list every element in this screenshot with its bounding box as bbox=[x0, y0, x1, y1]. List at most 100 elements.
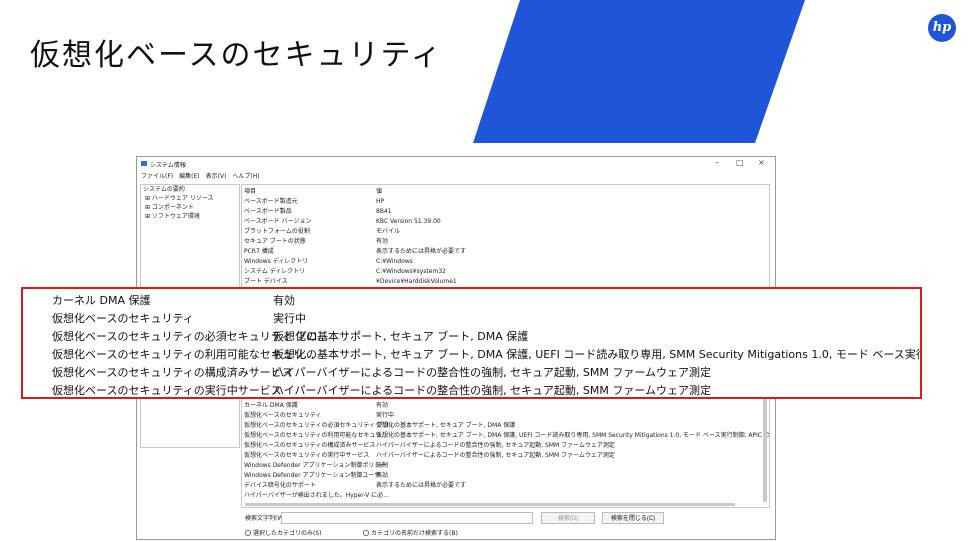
title-bar: システム情報 – □ × bbox=[137, 157, 775, 171]
zoom-key: 仮想化ベースのセキュリティの実行中サービス bbox=[52, 384, 282, 397]
zoom-key: 仮想化ベースのセキュリティの構成済みサービス bbox=[52, 366, 293, 379]
item-value: 実行中 bbox=[376, 412, 395, 419]
item-key: Windows Defender アプリケーション制御ユーザ... bbox=[244, 472, 386, 479]
blue-parallelogram bbox=[473, 0, 805, 143]
zoom-value: ハイパーバイザーによるコードの整合性の強制, セキュア起動, SMM ファームウ… bbox=[273, 384, 712, 397]
item-value: 無効 bbox=[376, 472, 389, 479]
tree-item-software-environment[interactable]: ⊞ ソフトウェア環境 bbox=[141, 212, 239, 221]
list-item[interactable]: Windows Defender アプリケーション制御ユーザ... 無効 bbox=[242, 471, 769, 481]
item-value: C:¥Windows bbox=[376, 258, 413, 265]
menu-bar: ファイル(F) 編集(E) 表示(V) ヘルプ(H) bbox=[137, 171, 260, 181]
list-item[interactable]: 仮想化ベースのセキュリティの利用可能なセキュリ... 仮想化の基本サポート, セキ… bbox=[242, 431, 769, 441]
item-value: 強制 bbox=[376, 462, 389, 469]
list-item[interactable]: PCR7 構成 表示するためには昇格が必要です bbox=[242, 247, 769, 257]
item-key: 仮想化ベースのセキュリティの必須セキュリティ プロ... bbox=[244, 422, 395, 429]
tree-item-components[interactable]: ⊞ コンポーネント bbox=[141, 203, 239, 212]
item-value: 仮想化の基本サポート, セキュア ブート, DMA 保護 bbox=[376, 422, 516, 429]
checkbox-label: 選択したカテゴリのみ(S) bbox=[253, 530, 322, 537]
zoom-value: ハイパーバイザーによるコードの整合性の強制, セキュア起動, SMM ファームウ… bbox=[273, 366, 712, 379]
item-value: HP bbox=[376, 198, 385, 205]
item-key: 仮想化ベースのセキュリティ bbox=[244, 412, 322, 419]
list-item[interactable]: Windows Defender アプリケーション制御ポリシー 強制 bbox=[242, 461, 769, 471]
hp-logo: hp bbox=[928, 14, 956, 42]
item-key: システム ディレクトリ bbox=[244, 268, 306, 275]
zoom-value: 実行中 bbox=[273, 312, 306, 325]
zoom-value: 仮想化の基本サポート, セキュア ブート, DMA 保護, UEFI コード読み… bbox=[273, 348, 920, 361]
menu-help[interactable]: ヘルプ(H) bbox=[232, 171, 259, 181]
zoom-value: 仮想化の基本サポート, セキュア ブート, DMA 保護 bbox=[273, 330, 529, 343]
item-value: モバイル bbox=[376, 228, 401, 235]
list-item[interactable]: ブート デバイス ¥Device¥HarddiskVolume1 bbox=[242, 277, 769, 287]
list-item[interactable]: ベースボード バージョン KBC Version 51.39.00 bbox=[242, 217, 769, 227]
zoom-key: 仮想化ベースのセキュリティ bbox=[52, 312, 194, 325]
search-input[interactable] bbox=[281, 512, 533, 524]
zoom-row: 仮想化ベースのセキュリティの必須セキュリティ プロ... 仮想化の基本サポート, … bbox=[23, 328, 920, 346]
item-key: PCR7 構成 bbox=[244, 248, 274, 255]
column-headers: 項目 値 bbox=[242, 187, 769, 197]
list-item[interactable]: カーネル DMA 保護 有効 bbox=[242, 401, 769, 411]
category-names-only-checkbox[interactable]: カテゴリの名前だけ検索する(B) bbox=[363, 528, 458, 537]
checkbox[interactable] bbox=[245, 529, 251, 536]
item-key: ベースボード製造元 bbox=[244, 198, 298, 205]
item-key: ベースボード製品 bbox=[244, 208, 292, 215]
item-key: 仮想化ベースのセキュリティの利用可能なセキュリ... bbox=[244, 432, 388, 439]
item-value: 有効 bbox=[376, 238, 389, 245]
maximize-icon[interactable]: □ bbox=[736, 158, 744, 167]
zoom-row: 仮想化ベースのセキュリティの実行中サービス ハイパーバイザーによるコードの整合性の… bbox=[23, 382, 920, 397]
decorative-slash bbox=[473, 0, 805, 143]
zoom-row: カーネル DMA 保護 有効 bbox=[23, 292, 920, 310]
zoom-callout: カーネル DMA 保護 有効 仮想化ベースのセキュリティ 実行中 仮想化ベースのセキ… bbox=[21, 287, 922, 399]
menu-file[interactable]: ファイル(F) bbox=[141, 171, 173, 181]
list-item[interactable]: 仮想化ベースのセキュリティの実行中サービス ハイパーバイザーによるコードの整合性の… bbox=[242, 451, 769, 461]
menu-edit[interactable]: 編集(E) bbox=[179, 171, 199, 181]
item-value: ハイパーバイザーによるコードの整合性の強制, セキュア起動, SMM ファームウ… bbox=[376, 452, 615, 459]
item-key: セキュア ブートの状態 bbox=[244, 238, 306, 245]
zoom-key: カーネル DMA 保護 bbox=[52, 294, 151, 307]
column-header-value[interactable]: 値 bbox=[376, 187, 382, 197]
column-header-item[interactable]: 項目 bbox=[244, 187, 256, 197]
tree-item-system-summary[interactable]: システムの要約 bbox=[141, 185, 239, 194]
item-key: Windows ディレクトリ bbox=[244, 258, 309, 265]
list-item[interactable]: 仮想化ベースのセキュリティの構成済みサービス ハイパーバイザーによるコードの整合性… bbox=[242, 441, 769, 451]
item-value: 表示するためには昇格が必要です bbox=[376, 248, 467, 255]
item-value: ハイパーバイザーによるコードの整合性の強制, セキュア起動, SMM ファームウ… bbox=[376, 442, 615, 449]
list-item[interactable]: 仮想化ベースのセキュリティの必須セキュリティ プロ... 仮想化の基本サポート, … bbox=[242, 421, 769, 431]
list-item[interactable]: システム ディレクトリ C:¥Windows¥system32 bbox=[242, 267, 769, 277]
minimize-icon[interactable]: – bbox=[715, 158, 719, 167]
list-item[interactable]: Windows ディレクトリ C:¥Windows bbox=[242, 257, 769, 267]
menu-view[interactable]: 表示(V) bbox=[206, 171, 227, 181]
zoom-row: 仮想化ベースのセキュリティの構成済みサービス ハイパーバイザーによるコードの整合性… bbox=[23, 364, 920, 382]
close-search-button[interactable]: 検索を閉じる(C) bbox=[602, 512, 664, 524]
tree-item-hardware-resources[interactable]: ⊞ ハードウェア リソース bbox=[141, 194, 239, 203]
find-button[interactable]: 検索(D) bbox=[541, 512, 595, 524]
item-key: ブート デバイス bbox=[244, 278, 288, 285]
item-key: プラットフォームの役割 bbox=[244, 228, 310, 235]
list-item[interactable]: プラットフォームの役割 モバイル bbox=[242, 227, 769, 237]
list-item[interactable]: セキュア ブートの状態 有効 bbox=[242, 237, 769, 247]
item-key: カーネル DMA 保護 bbox=[244, 402, 298, 409]
checkbox[interactable] bbox=[363, 529, 369, 536]
zoom-row: 仮想化ベースのセキュリティの利用可能なセキュリ... 仮想化の基本サポート, セキ… bbox=[23, 346, 920, 364]
item-value: C:¥Windows¥system32 bbox=[376, 268, 446, 275]
item-key: ベースボード バージョン bbox=[244, 218, 312, 225]
system-info-icon bbox=[141, 161, 147, 166]
selected-category-only-checkbox[interactable]: 選択したカテゴリのみ(S) bbox=[245, 528, 322, 537]
item-key: Windows Defender アプリケーション制御ポリシー bbox=[244, 462, 387, 469]
checkbox-label: カテゴリの名前だけ検索する(B) bbox=[371, 530, 458, 537]
item-key: デバイス暗号化のサポート bbox=[244, 482, 316, 489]
item-value: KBC Version 51.39.00 bbox=[376, 218, 441, 225]
item-value: 表示するためには昇格が必要です bbox=[376, 482, 467, 489]
list-item[interactable]: デバイス暗号化のサポート 表示するためには昇格が必要です bbox=[242, 481, 769, 491]
item-value: 仮想化の基本サポート, セキュア ブート, DMA 保護, UEFI コード読み… bbox=[376, 432, 770, 439]
horizontal-scrollbar[interactable] bbox=[245, 503, 735, 506]
item-key: 仮想化ベースのセキュリティの実行中サービス bbox=[244, 452, 370, 459]
zoom-row: 仮想化ベースのセキュリティ 実行中 bbox=[23, 310, 920, 328]
close-icon[interactable]: × bbox=[758, 158, 765, 167]
list-item[interactable]: 仮想化ベースのセキュリティ 実行中 bbox=[242, 411, 769, 421]
list-item[interactable]: ハイパーバイザーが検出されました。Hyper-V に必... bbox=[242, 491, 769, 501]
list-item[interactable]: ベースボード製品 8B41 bbox=[242, 207, 769, 217]
item-value: 8B41 bbox=[376, 208, 392, 215]
item-key: ハイパーバイザーが検出されました。Hyper-V に必... bbox=[244, 492, 389, 499]
list-item[interactable]: ベースボード製造元 HP bbox=[242, 197, 769, 207]
vertical-scrollbar[interactable] bbox=[763, 392, 767, 502]
